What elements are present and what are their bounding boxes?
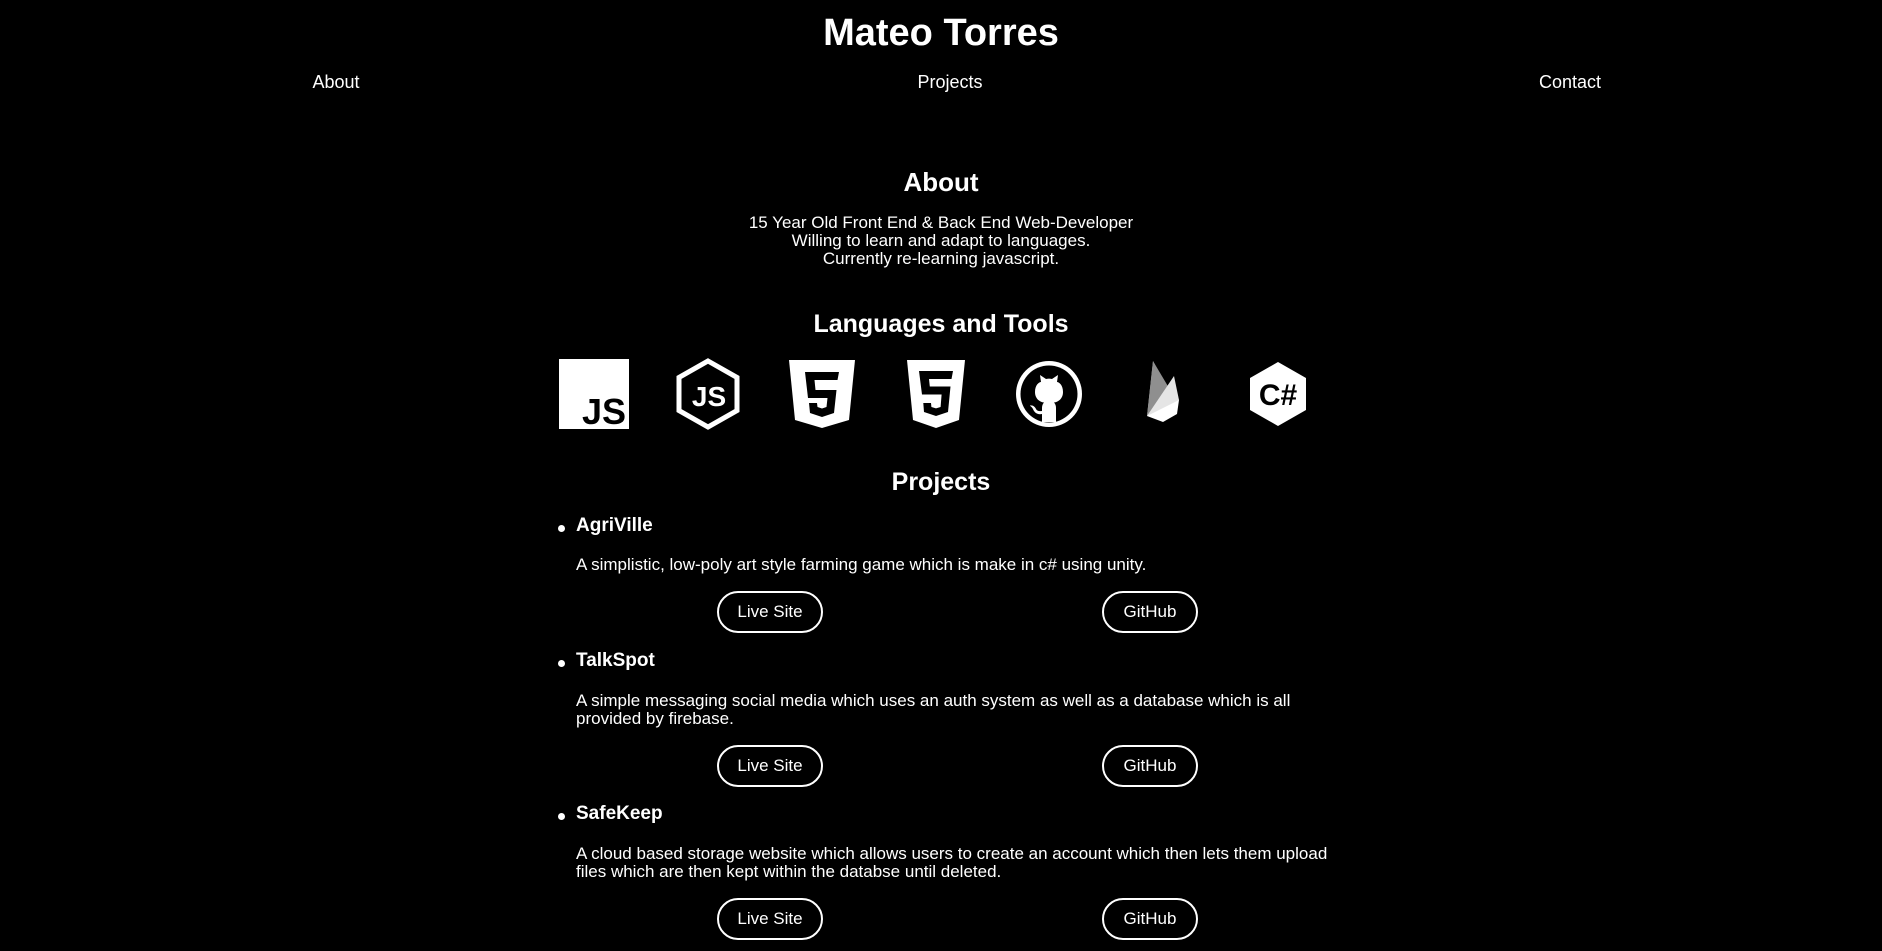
live-site-button[interactable]: Live Site [717,745,823,787]
nav-about-link[interactable]: About [312,72,359,93]
project-description: A simple messaging social media which us… [576,691,1291,728]
html5-icon [786,358,858,430]
css3-icon [900,358,972,430]
list-bullet [558,660,565,667]
svg-text:C#: C# [1259,379,1298,412]
list-bullet [558,813,565,820]
live-site-button[interactable]: Live Site [717,898,823,940]
about-line: Willing to learn and adapt to languages. [791,231,1091,250]
csharp-icon: C# [1242,358,1314,430]
live-site-button[interactable]: Live Site [717,591,823,633]
github-icon [1013,358,1085,430]
project-title: SafeKeep [576,803,663,824]
javascript-icon: JS [558,358,630,430]
project-description: A cloud based storage website which allo… [576,844,1328,881]
nav-contact-link[interactable]: Contact [1539,72,1601,93]
project-title: TalkSpot [576,650,655,671]
project-title: AgriVille [576,515,653,536]
svg-text:JS: JS [692,381,726,412]
list-bullet [558,525,565,532]
site-title: Mateo Torres [823,12,1059,54]
nodejs-icon: JS [672,358,744,430]
svg-text:JS: JS [582,391,626,429]
nav-projects-link[interactable]: Projects [917,72,982,93]
portfolio-page: Mateo Torres About Projects Contact Abou… [0,0,1882,951]
github-button[interactable]: GitHub [1102,898,1198,940]
about-line: 15 Year Old Front End & Back End Web-Dev… [748,213,1134,232]
firebase-icon [1127,358,1199,430]
projects-heading: Projects [891,468,991,496]
about-line: Currently re-learning javascript. [822,249,1060,268]
project-description: A simplistic, low-poly art style farming… [576,555,1147,574]
github-button[interactable]: GitHub [1102,745,1198,787]
github-button[interactable]: GitHub [1102,591,1198,633]
about-heading: About [903,167,979,197]
tools-heading: Languages and Tools [813,310,1069,338]
about-text: 15 Year Old Front End & Back End Web-Dev… [0,214,1882,268]
